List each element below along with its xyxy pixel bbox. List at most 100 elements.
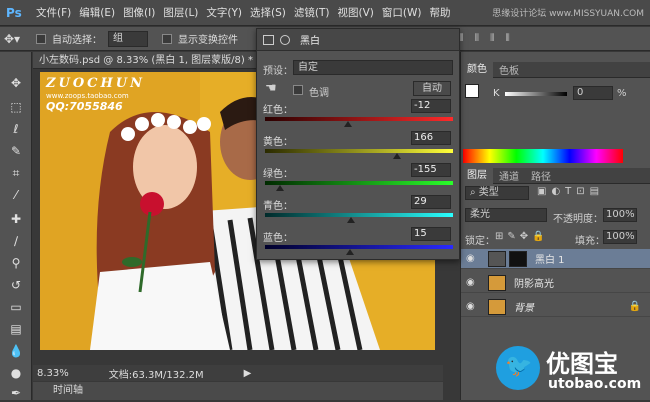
site-watermark: 思缘设计论坛 www.MISSYUAN.COM	[492, 9, 644, 19]
blue-value-input[interactable]: 15	[411, 227, 451, 241]
quick-select-icon[interactable]: ✎	[7, 142, 25, 160]
green-slider-track[interactable]	[265, 181, 453, 185]
yellow-slider-thumb[interactable]	[392, 153, 401, 159]
tab-channels[interactable]: 通道	[493, 168, 525, 183]
red-slider-track[interactable]	[265, 117, 453, 121]
mask-icon[interactable]	[280, 34, 290, 45]
layer-name[interactable]: 黑白 1	[535, 251, 565, 266]
menu-layer[interactable]: 图层(L)	[163, 5, 198, 20]
menu-select[interactable]: 选择(S)	[250, 5, 286, 20]
cyan-slider-thumb[interactable]	[347, 217, 356, 223]
overlay-brand: ZUOCHUN	[46, 76, 145, 91]
blend-mode-dropdown[interactable]: 柔光	[465, 208, 547, 222]
fill-input[interactable]: 100%	[603, 230, 637, 244]
hand-icon[interactable]: ☚	[265, 81, 277, 96]
eyedropper-icon[interactable]: ⁄	[7, 186, 25, 204]
blue-slider-thumb[interactable]	[345, 249, 354, 255]
cyan-slider-label: 青色：	[263, 201, 293, 212]
eye-icon[interactable]: ◉	[466, 253, 480, 264]
history-brush-icon[interactable]: ↺	[7, 276, 25, 294]
eye-icon[interactable]: ◉	[466, 277, 480, 288]
menu-type[interactable]: 文字(Y)	[206, 5, 242, 20]
red-slider-label: 红色：	[263, 105, 293, 116]
opacity-input[interactable]: 100%	[603, 208, 637, 222]
foreground-color-swatch[interactable]	[465, 84, 479, 98]
red-slider-thumb[interactable]	[343, 121, 352, 127]
filter-type-label: 类型	[478, 187, 499, 198]
layer-mask-thumb[interactable]	[509, 250, 527, 267]
k-value-input[interactable]: 0	[573, 86, 613, 100]
cyan-value-input[interactable]: 29	[411, 195, 451, 209]
layer-row-background[interactable]: ◉ 背景 🔒	[461, 297, 650, 317]
crop-icon[interactable]: ⌗	[7, 164, 25, 182]
blur-icon[interactable]: 💧	[7, 342, 25, 360]
green-value-input[interactable]: -155	[411, 163, 451, 177]
clone-stamp-icon[interactable]: ⚲	[7, 254, 25, 272]
doc-size: 文档:63.3M/132.2M	[108, 369, 204, 381]
color-spectrum[interactable]	[463, 149, 623, 163]
color-panel-tabs: 颜色 色板	[461, 61, 650, 78]
eye-icon[interactable]: ◉	[466, 301, 480, 312]
brush-icon[interactable]: ∕	[7, 232, 25, 250]
lock-icons[interactable]: ⊞✎✥🔒	[495, 231, 549, 242]
marquee-icon[interactable]: ⬚	[7, 98, 25, 116]
pen-icon[interactable]: ✒	[7, 384, 25, 402]
k-unit: %	[617, 88, 627, 99]
green-slider-thumb[interactable]	[276, 185, 285, 191]
layers-panel-tabs: 图层 通道 路径	[461, 167, 650, 184]
adjustment-icon[interactable]	[263, 34, 274, 45]
auto-button[interactable]: 自动	[413, 81, 451, 96]
blue-slider-track[interactable]	[265, 245, 453, 249]
auto-select-checkbox[interactable]	[36, 33, 46, 44]
layer-filter-dropdown[interactable]: ⌕ 类型	[465, 186, 529, 200]
zoom-level[interactable]: 8.33%	[37, 368, 69, 379]
layer-name[interactable]: 阴影高光	[514, 275, 554, 290]
cyan-slider-track[interactable]	[265, 213, 453, 217]
menu-file[interactable]: 文件(F)	[36, 5, 71, 20]
tint-label: 色调	[309, 88, 329, 99]
menu-filter[interactable]: 滤镜(T)	[294, 5, 330, 20]
move-icon[interactable]: ✥	[7, 74, 25, 92]
menu-view[interactable]: 视图(V)	[337, 5, 373, 20]
menu-help[interactable]: 帮助	[429, 5, 450, 20]
tab-layers[interactable]: 图层	[461, 167, 493, 184]
tab-swatches[interactable]: 色板	[493, 62, 525, 77]
fill-label: 填充：	[575, 236, 605, 247]
layer-row-shadows[interactable]: ◉ 阴影高光	[461, 273, 650, 293]
eraser-icon[interactable]: ▭	[7, 298, 25, 316]
tab-color[interactable]: 颜色	[461, 61, 493, 78]
lasso-icon[interactable]: ℓ	[7, 120, 25, 138]
move-tool-icon[interactable]: ✥▾	[4, 32, 30, 46]
menu-window[interactable]: 窗口(W)	[382, 5, 422, 20]
dodge-icon[interactable]: ●	[7, 364, 25, 382]
layer-name[interactable]: 背景	[514, 299, 534, 314]
layer-thumb	[488, 298, 506, 315]
properties-header: 黑白	[257, 29, 459, 51]
timeline-tab[interactable]: 时间轴	[33, 382, 443, 400]
tint-checkbox[interactable]	[293, 85, 303, 95]
utobao-logo: 🐦 优图宝 utobao.com	[496, 342, 648, 398]
k-channel-label: K	[493, 88, 500, 99]
red-value-input[interactable]: -12	[411, 99, 451, 113]
menu-image[interactable]: 图像(I)	[123, 5, 155, 20]
lock-icon: 🔒	[628, 301, 641, 312]
preset-dropdown[interactable]: 自定	[293, 60, 453, 75]
layer-filter-icons[interactable]: ▣◐T⊡▤	[537, 186, 604, 197]
bird-icon: 🐦	[496, 346, 540, 390]
menu-edit[interactable]: 编辑(E)	[79, 5, 115, 20]
show-transform-checkbox[interactable]	[162, 33, 172, 44]
status-arrow-icon[interactable]: ▶	[244, 368, 252, 379]
show-transform-label: 显示变换控件	[178, 35, 238, 46]
tab-paths[interactable]: 路径	[525, 168, 557, 183]
tools-panel: ✥ ⬚ ℓ ✎ ⌗ ⁄ ✚ ∕ ⚲ ↺ ▭ ▤ 💧 ● ✒	[0, 52, 32, 400]
yellow-value-input[interactable]: 166	[411, 131, 451, 145]
auto-select-dropdown[interactable]: 组	[108, 30, 148, 47]
yellow-slider-track[interactable]	[265, 149, 453, 153]
layer-row-bw[interactable]: ◉ 黑白 1	[461, 249, 650, 269]
photoshop-logo: Ps	[6, 5, 22, 20]
document-tab[interactable]: 小左数码.psd @ 8.33% (黑白 1, 图层蒙版/8) *	[33, 52, 263, 69]
k-slider[interactable]	[505, 92, 567, 96]
opacity-label: 不透明度：	[553, 214, 603, 225]
gradient-icon[interactable]: ▤	[7, 320, 25, 338]
healing-brush-icon[interactable]: ✚	[7, 210, 25, 228]
